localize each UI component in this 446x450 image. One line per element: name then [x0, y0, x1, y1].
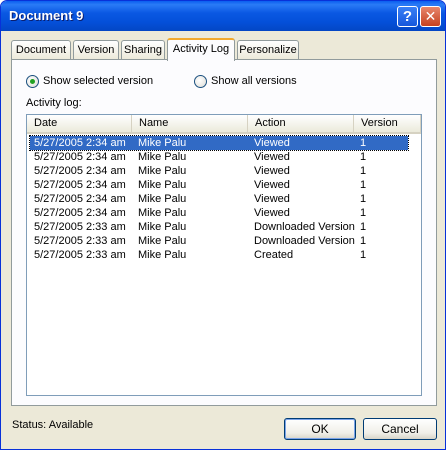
show-selected-version-label: Show selected version [43, 75, 154, 87]
column-header-date[interactable]: Date [27, 115, 132, 134]
cell-name: Mike Palu [138, 221, 187, 233]
cell-action: Viewed [254, 193, 290, 205]
column-header-version[interactable]: Version [354, 115, 421, 134]
table-row[interactable]: 5/27/2005 2:33 am Mike Palu Downloaded Ver… [30, 234, 408, 248]
tab-sharing[interactable]: Sharing [121, 40, 165, 60]
cell-version: 1 [360, 207, 367, 219]
table-row[interactable]: 5/27/2005 2:34 am Mike Palu Viewed 1 [30, 178, 408, 192]
list-header: Date Name Action Version [27, 115, 421, 134]
cell-action: Viewed [254, 207, 290, 219]
table-row[interactable]: 5/27/2005 2:33 am Mike Palu Created 1 [30, 248, 408, 262]
activity-log-panel: Show selected version Show all versions … [11, 59, 437, 406]
column-header-action[interactable]: Action [248, 115, 354, 134]
cell-name: Mike Palu [138, 137, 187, 149]
table-row[interactable]: 5/27/2005 2:34 am Mike Palu Viewed 1 [29, 135, 409, 151]
show-all-versions-radio[interactable]: Show all versions [194, 74, 314, 90]
cell-action: Downloaded Version [254, 235, 355, 247]
cancel-button[interactable]: Cancel [363, 418, 437, 440]
cell-name: Mike Palu [138, 235, 187, 247]
cell-date: 5/27/2005 2:33 am [34, 235, 126, 247]
tab-personalize[interactable]: Personalize [237, 40, 299, 60]
radio-checked-icon [26, 75, 39, 88]
help-icon: ? [402, 8, 413, 25]
cell-date: 5/27/2005 2:33 am [34, 221, 126, 233]
title-bar[interactable]: Document 9 ? ✕ [1, 1, 445, 31]
cell-date: 5/27/2005 2:34 am [34, 193, 126, 205]
cell-date: 5/27/2005 2:34 am [34, 151, 126, 163]
table-row[interactable]: 5/27/2005 2:34 am Mike Palu Viewed 1 [30, 150, 408, 164]
cell-action: Viewed [254, 179, 290, 191]
ok-button[interactable]: OK [284, 418, 356, 440]
cell-version: 1 [360, 235, 367, 247]
cell-action: Viewed [254, 151, 290, 163]
cell-date: 5/27/2005 2:34 am [34, 137, 126, 149]
activity-log-list[interactable]: Date Name Action Version 5/27/2005 2:34 … [26, 114, 422, 396]
cell-version: 1 [360, 137, 367, 149]
cell-name: Mike Palu [138, 165, 187, 177]
cell-name: Mike Palu [138, 249, 187, 261]
window-title: Document 9 [9, 8, 84, 23]
tab-strip: Document Version Sharing Activity Log Pe… [11, 38, 441, 61]
show-selected-version-radio[interactable]: Show selected version [26, 74, 176, 90]
status-text: Status: Available [12, 419, 94, 431]
column-header-name[interactable]: Name [132, 115, 248, 134]
cell-version: 1 [360, 249, 367, 261]
cell-action: Created [254, 249, 294, 261]
radio-unchecked-icon [194, 75, 207, 88]
table-row[interactable]: 5/27/2005 2:34 am Mike Palu Viewed 1 [30, 164, 408, 178]
cell-action: Viewed [254, 137, 290, 149]
close-icon: ✕ [424, 8, 437, 24]
tab-document[interactable]: Document [11, 40, 71, 60]
cell-date: 5/27/2005 2:33 am [34, 249, 126, 261]
table-row[interactable]: 5/27/2005 2:33 am Mike Palu Downloaded Ver… [30, 220, 408, 234]
cell-version: 1 [360, 151, 367, 163]
cell-action: Viewed [254, 165, 290, 177]
cell-name: Mike Palu [138, 193, 187, 205]
cell-date: 5/27/2005 2:34 am [34, 179, 126, 191]
cell-name: Mike Palu [138, 179, 187, 191]
cell-date: 5/27/2005 2:34 am [34, 165, 126, 177]
cell-version: 1 [360, 221, 367, 233]
activity-log-label: Activity log: [26, 97, 82, 109]
cell-version: 1 [360, 193, 367, 205]
cell-date: 5/27/2005 2:34 am [34, 207, 126, 219]
cell-name: Mike Palu [138, 151, 187, 163]
table-row[interactable]: 5/27/2005 2:34 am Mike Palu Viewed 1 [30, 206, 408, 220]
show-all-versions-label: Show all versions [211, 75, 297, 87]
document-properties-dialog: Document 9 ? ✕ Document Version Sharing … [0, 0, 446, 450]
tab-version[interactable]: Version [73, 40, 119, 60]
cell-version: 1 [360, 179, 367, 191]
cell-name: Mike Palu [138, 207, 187, 219]
table-row[interactable]: 5/27/2005 2:34 am Mike Palu Viewed 1 [30, 192, 408, 206]
cell-version: 1 [360, 165, 367, 177]
help-button[interactable]: ? [397, 6, 418, 27]
tab-activity-log[interactable]: Activity Log [167, 38, 235, 61]
close-button[interactable]: ✕ [420, 6, 441, 27]
cell-action: Downloaded Version [254, 221, 355, 233]
